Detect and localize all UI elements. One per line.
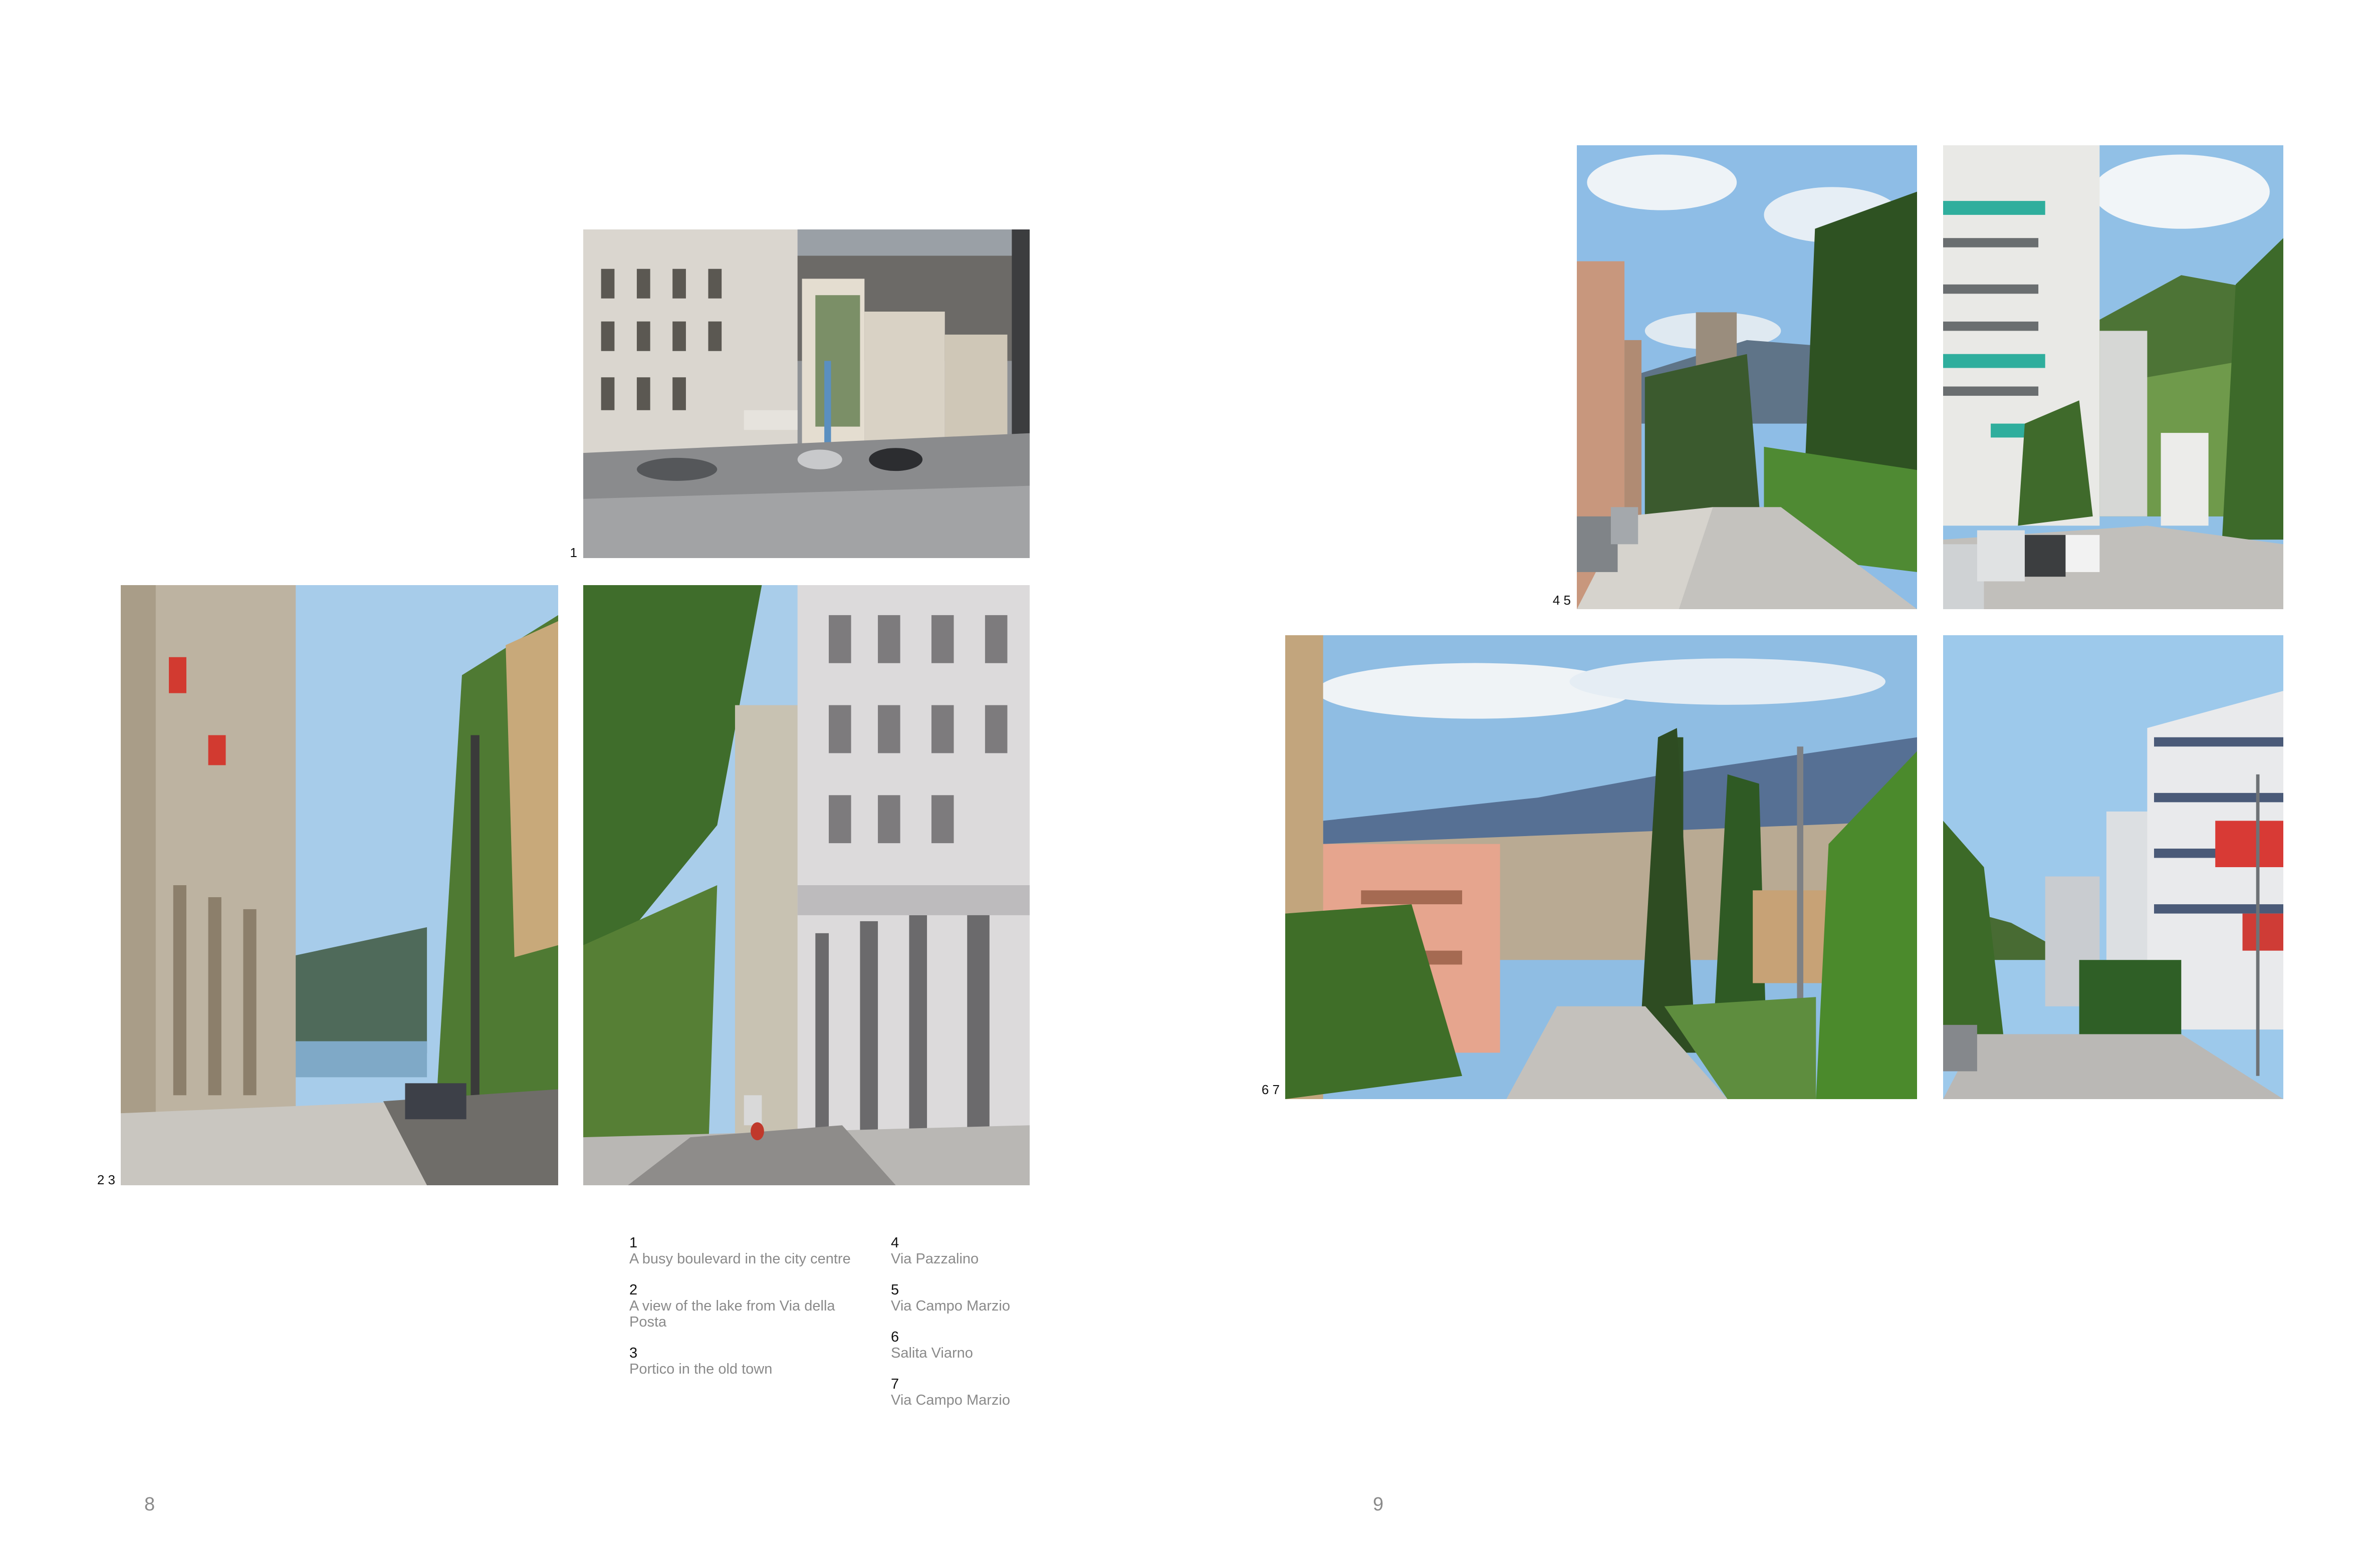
caption-number: 1 (629, 1235, 638, 1251)
caption-text: Via Pazzalino (891, 1251, 979, 1267)
caption-3: 3 Portico in the old town (629, 1345, 880, 1377)
caption-text: A busy boulevard in the city centre (629, 1251, 851, 1267)
caption-6: 6 Salita Viarno (891, 1329, 1141, 1361)
caption-text: Via Campo Marzio (891, 1392, 1011, 1408)
caption-number: 3 (629, 1345, 638, 1361)
caption-column-2: 4 Via Pazzalino 5 Via Campo Marzio 6 Sal… (891, 1235, 1141, 1423)
photo-5-via-campo-marzio (1943, 145, 2283, 609)
photo-6-salita-viarno (1285, 635, 1917, 1099)
photo-3-portico (583, 585, 1030, 1185)
caption-text: A view of the lake from Via della Posta (629, 1298, 835, 1330)
figure-label-6-7: 6 7 (1261, 1082, 1280, 1097)
figure-label-2-3: 2 3 (97, 1172, 115, 1187)
caption-5: 5 Via Campo Marzio (891, 1282, 1141, 1314)
figure-label-4-5: 4 5 (1552, 593, 1571, 608)
figure-label-1: 1 (570, 545, 577, 560)
caption-number: 6 (891, 1329, 899, 1345)
caption-4: 4 Via Pazzalino (891, 1235, 1141, 1267)
caption-text: Via Campo Marzio (891, 1298, 1011, 1314)
caption-text: Portico in the old town (629, 1361, 773, 1377)
caption-number: 7 (891, 1376, 899, 1392)
photo-4-via-pazzalino (1577, 145, 1917, 609)
caption-text: Salita Viarno (891, 1345, 973, 1361)
caption-column-1: 1 A busy boulevard in the city centre 2 … (629, 1235, 880, 1392)
photo-1-boulevard (583, 229, 1030, 558)
page-number-right: 9 (1373, 1494, 1384, 1515)
caption-2: 2 A view of the lake from Via della Post… (629, 1282, 880, 1330)
photo-7-via-campo-marzio (1943, 635, 2283, 1099)
caption-number: 2 (629, 1282, 638, 1298)
caption-number: 4 (891, 1235, 899, 1251)
caption-number: 5 (891, 1282, 899, 1298)
page-number-left: 8 (144, 1494, 155, 1515)
caption-1: 1 A busy boulevard in the city centre (629, 1235, 880, 1267)
caption-7: 7 Via Campo Marzio (891, 1376, 1141, 1408)
photo-2-lake-view (121, 585, 558, 1185)
